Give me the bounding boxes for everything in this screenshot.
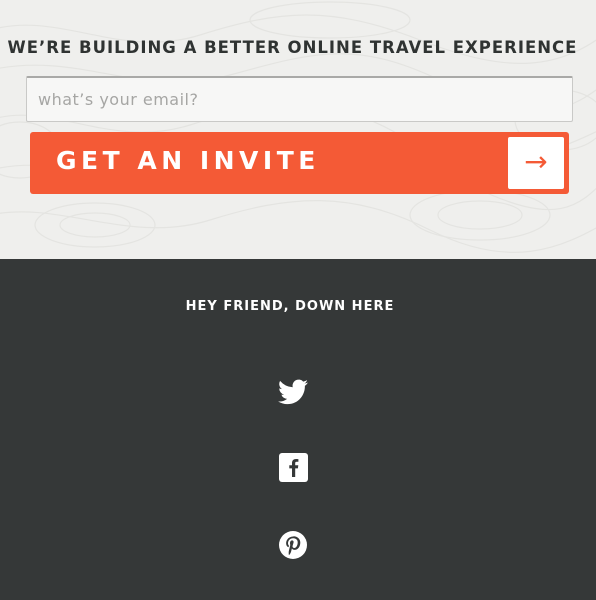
footer-heading: HEY FRIEND, DOWN HERE (185, 299, 395, 314)
twitter-icon (278, 379, 308, 405)
facebook-link[interactable] (279, 453, 308, 482)
get-invite-button[interactable]: GET AN INVITE → (30, 132, 569, 194)
arrow-right-icon: → (524, 145, 548, 178)
twitter-link[interactable] (278, 379, 308, 405)
page-headline: WE’RE BUILDING A BETTER ONLINE TRAVEL EX… (7, 38, 578, 57)
pinterest-icon (279, 531, 307, 559)
footer-section: HEY FRIEND, DOWN HERE (0, 259, 596, 600)
email-field-wrapper (26, 76, 573, 122)
email-input[interactable] (27, 78, 572, 121)
submit-arrow-button[interactable]: → (508, 137, 564, 189)
facebook-icon (279, 453, 308, 482)
get-invite-label: GET AN INVITE (56, 146, 320, 175)
pinterest-link[interactable] (279, 531, 307, 559)
hero-section: WE’RE BUILDING A BETTER ONLINE TRAVEL EX… (0, 0, 596, 259)
